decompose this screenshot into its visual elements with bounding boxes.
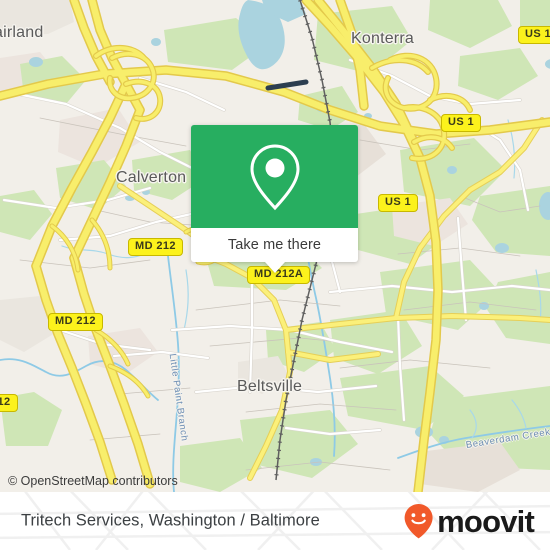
openstreetmap-attribution[interactable]: © OpenStreetMap contributors (8, 474, 178, 488)
moovit-map-screenshot: .park { fill:#cfe6b6; } .park2 { fill:#d… (0, 0, 550, 550)
route-shield-md-212-sw: MD 212 (48, 313, 103, 331)
route-shield-212-edge: 212 (0, 394, 18, 412)
moovit-smiling-pin-icon (404, 504, 433, 539)
moovit-brand-logo[interactable]: moovit (402, 502, 535, 540)
destination-callout-card[interactable]: Take me there (191, 125, 358, 273)
route-shield-us-1-lower: US 1 (378, 194, 419, 212)
callout-pointer-tail (264, 262, 285, 273)
location-title: Tritech Services, Washington / Baltimore (21, 511, 320, 530)
callout-action-bar[interactable]: Take me there (191, 228, 358, 262)
take-me-there-label: Take me there (227, 237, 322, 253)
location-pin-icon (249, 143, 300, 210)
callout-pin-panel (191, 125, 358, 228)
moovit-wordmark: moovit (437, 503, 535, 539)
route-shield-md-212-calverton: MD 212 (128, 238, 183, 256)
route-shield-us-1-mid: US 1 (441, 114, 482, 132)
footer-bar: Tritech Services, Washington / Baltimore… (0, 492, 550, 550)
route-shield-us-1-ne: US 1 (518, 26, 550, 44)
